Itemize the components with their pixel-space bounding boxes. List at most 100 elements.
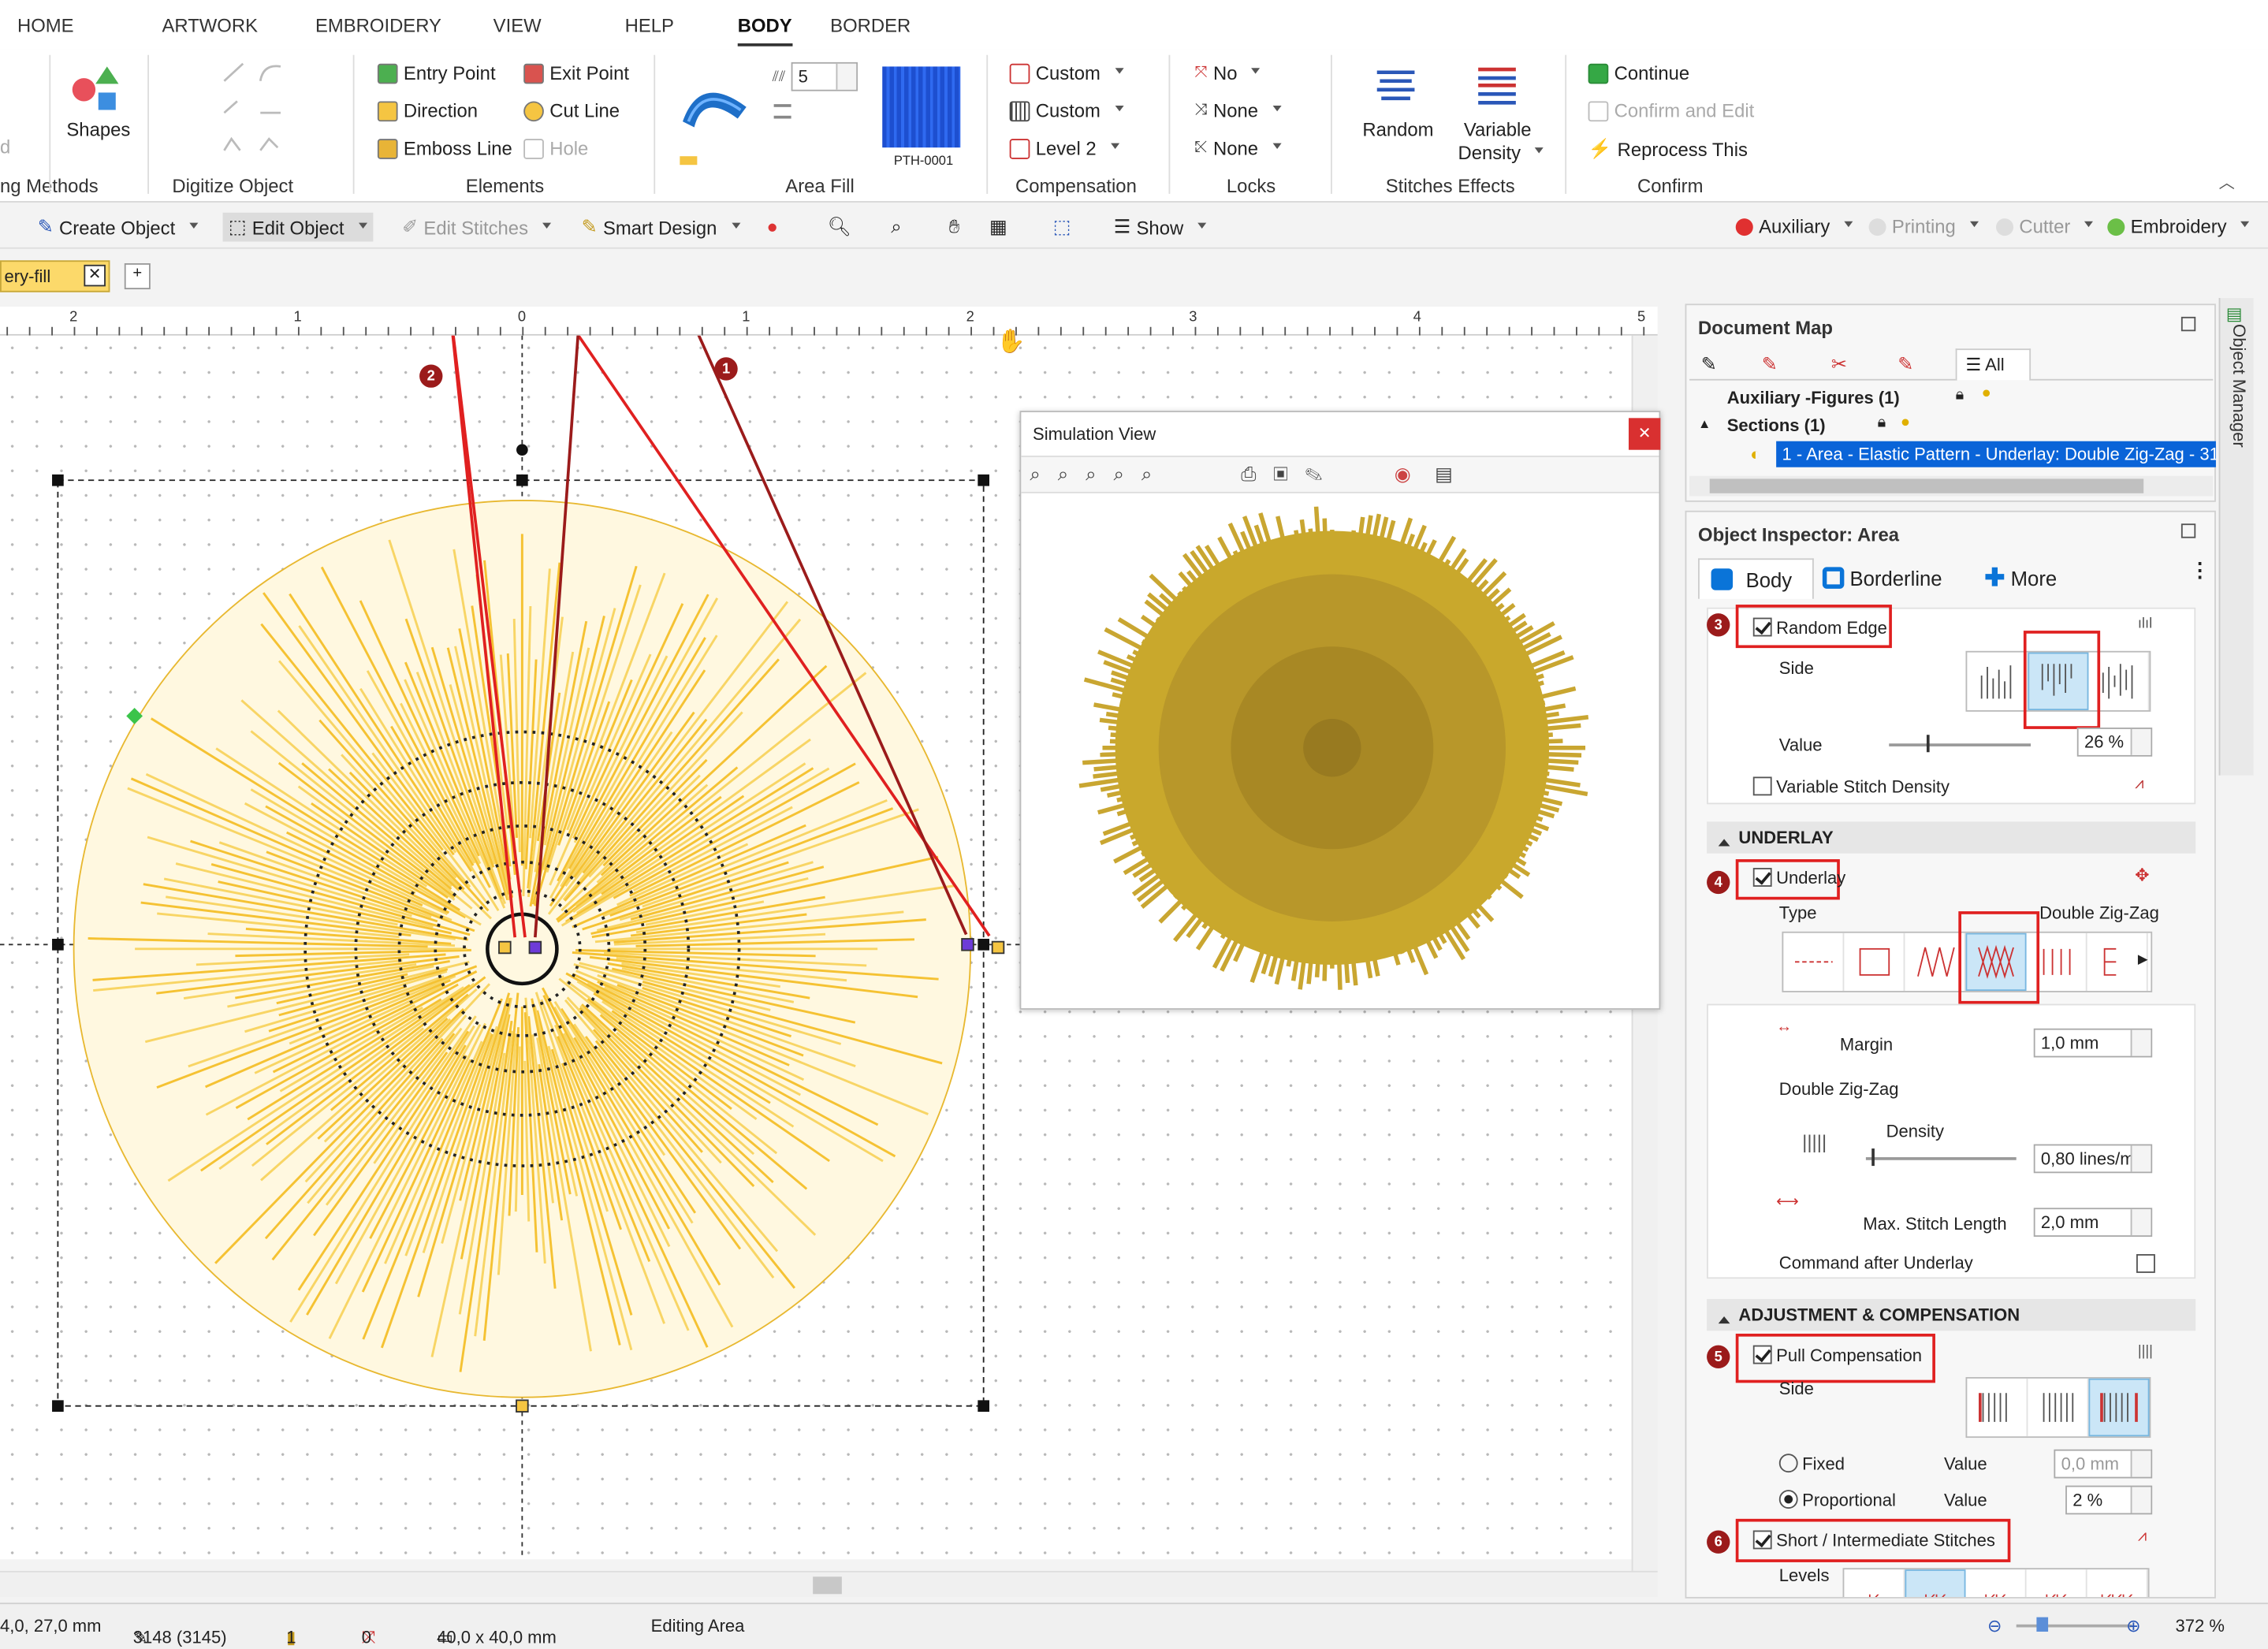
- checkbox[interactable]: [1752, 1530, 1772, 1550]
- zoom-tools-icons[interactable]: ⌕⌕⌕⌕⌕: [1030, 463, 1169, 486]
- tree-item-selected[interactable]: 1 - Area - Elastic Pattern - Underlay: D…: [1776, 441, 2216, 467]
- pull-side-selector[interactable]: [1965, 1377, 2151, 1439]
- margin-input[interactable]: 1,0 mm: [2033, 1028, 2153, 1058]
- hole-button[interactable]: Hole: [523, 137, 588, 159]
- zoom-out-icon[interactable]: ⊖: [1987, 1616, 2002, 1636]
- pen-filter-icon[interactable]: ✎: [1701, 353, 1717, 376]
- level-option-1[interactable]: ⩗: [1844, 1569, 1905, 1597]
- hand-pan-icon[interactable]: ✋︎: [949, 215, 960, 238]
- random-effect-button[interactable]: Random: [1362, 118, 1433, 140]
- entry-point-button[interactable]: Entry Point: [377, 62, 496, 84]
- auxiliary-toggle[interactable]: Auxiliary: [1735, 215, 1853, 237]
- level-option-2[interactable]: ⩗⩗: [1905, 1569, 1966, 1597]
- variable-density-checkbox[interactable]: Variable Stitch Density: [1752, 776, 1950, 797]
- area-fill-pattern-icon[interactable]: [674, 69, 755, 133]
- lines-icon[interactable]: [773, 104, 791, 119]
- select-icon[interactable]: ⬚: [1053, 215, 1071, 238]
- simulation-view-window[interactable]: Simulation View ✕ ⌕⌕⌕⌕⌕ ⎙▣✎ ◉ ▤: [1019, 411, 1661, 1010]
- bulb-icon[interactable]: ●: [1901, 414, 1910, 431]
- palette-icon[interactable]: ◉: [1395, 463, 1411, 486]
- pull-side-option-2[interactable]: [2028, 1378, 2089, 1437]
- random-effect-icon[interactable]: [1374, 64, 1417, 107]
- slider-handle[interactable]: [1926, 735, 1930, 753]
- direction-button[interactable]: Direction: [377, 100, 478, 121]
- variable-density-icon[interactable]: [1475, 64, 1518, 107]
- tab-help[interactable]: HELP: [625, 14, 674, 36]
- pull-side-option-1[interactable]: [1967, 1378, 2028, 1437]
- underlay-checkbox[interactable]: Underlay: [1752, 868, 1845, 888]
- proportional-value-input[interactable]: 2 %: [2065, 1485, 2153, 1515]
- proportional-radio[interactable]: Proportional: [1778, 1490, 1896, 1510]
- underlay-section-header[interactable]: UNDERLAY: [1707, 821, 2196, 854]
- checkbox[interactable]: [1752, 868, 1772, 887]
- adjustment-section-header[interactable]: ADJUSTMENT & COMPENSATION: [1707, 1298, 2196, 1331]
- type-option-contour[interactable]: [1844, 932, 1905, 992]
- short-stitches-checkbox[interactable]: Short / Intermediate Stitches: [1752, 1530, 1995, 1550]
- cut-line-button[interactable]: Cut Line: [523, 100, 620, 121]
- pattern-swatch[interactable]: [882, 66, 961, 148]
- settings-icon[interactable]: ▤: [1435, 463, 1453, 486]
- scroll-thumb[interactable]: [813, 1576, 842, 1595]
- filter-all-tab[interactable]: ☰ All: [1955, 348, 2032, 381]
- tab-artwork[interactable]: ARTWORK: [162, 14, 257, 36]
- max-stitch-length-input[interactable]: 2,0 mm: [2033, 1208, 2153, 1238]
- edit-stitches-button[interactable]: ✐ Edit Stitches: [402, 215, 551, 238]
- brush-filter-icon[interactable]: ✎: [1762, 353, 1778, 376]
- smart-design-button[interactable]: ✎ Smart Design: [582, 215, 740, 238]
- zoom-in-icon[interactable]: ⊕: [2126, 1616, 2140, 1636]
- confirm-edit-button[interactable]: Confirm and Edit: [1588, 100, 1754, 121]
- level-option-4[interactable]: ⩗⩗: [2027, 1569, 2087, 1597]
- tree-sections[interactable]: Sections (1): [1727, 415, 1826, 436]
- fixed-radio[interactable]: Fixed: [1778, 1454, 1845, 1474]
- zoom-icon[interactable]: 🔍︎: [828, 215, 851, 238]
- tab-body[interactable]: Body: [1698, 558, 1814, 599]
- expand-icon[interactable]: ▲: [1698, 417, 1711, 431]
- maximize-icon[interactable]: [2180, 316, 2196, 332]
- maximize-icon[interactable]: [2180, 523, 2196, 538]
- stitch-value-spinner[interactable]: ⫽⫽ 5: [773, 61, 858, 91]
- edit-object-button[interactable]: ⬚ Edit Object: [222, 212, 374, 242]
- zoom-slider-handle[interactable]: [2036, 1617, 2049, 1632]
- exit-point-button[interactable]: Exit Point: [523, 62, 629, 84]
- continue-button[interactable]: Continue: [1588, 62, 1689, 84]
- density-input[interactable]: 0,80 lines/m: [2033, 1144, 2153, 1174]
- type-option-run[interactable]: [1783, 932, 1845, 992]
- lock-3-dropdown[interactable]: ⤪ None: [1195, 137, 1282, 159]
- bulb-icon[interactable]: ●: [1982, 385, 1991, 402]
- command-after-underlay-checkbox[interactable]: [2136, 1254, 2155, 1273]
- tab-borderline[interactable]: Borderline: [1822, 567, 1942, 590]
- checkbox[interactable]: [1752, 617, 1772, 637]
- tab-body[interactable]: BODY: [737, 14, 792, 47]
- document-tab[interactable]: ery-fill ✕: [0, 260, 110, 292]
- density-slider[interactable]: [1865, 1148, 2017, 1167]
- random-edge-checkbox[interactable]: Random Edge: [1752, 617, 1887, 638]
- close-icon[interactable]: ✕: [84, 264, 106, 287]
- zoom-slider[interactable]: [2016, 1617, 2132, 1632]
- doc-map-scrollbar[interactable]: [1689, 475, 2214, 497]
- compensation-2-dropdown[interactable]: Custom: [1009, 100, 1124, 121]
- color-tool-icon[interactable]: ●: [766, 215, 777, 237]
- radio-selected[interactable]: [1778, 1490, 1798, 1509]
- checkbox[interactable]: [1752, 776, 1772, 796]
- tab-more[interactable]: ✚ More: [1984, 564, 2057, 594]
- more-options-icon[interactable]: ⋮: [2190, 558, 2210, 583]
- side-option-left[interactable]: [1967, 652, 2028, 711]
- create-object-button[interactable]: ✎ Create Object: [38, 215, 199, 238]
- shapes-icon[interactable]: [69, 61, 121, 116]
- value-slider[interactable]: [1889, 735, 2032, 753]
- playback-tools-icons[interactable]: ⎙▣✎: [1241, 463, 1339, 486]
- type-option-zigzag[interactable]: [1905, 932, 1966, 992]
- lock-1-dropdown[interactable]: ⤧ No: [1195, 62, 1261, 84]
- compensation-1-dropdown[interactable]: Custom: [1009, 62, 1124, 84]
- tree-auxiliary-figures[interactable]: Auxiliary -Figures (1): [1727, 388, 1900, 408]
- radio[interactable]: [1778, 1454, 1798, 1473]
- reprocess-button[interactable]: ⚡ Reprocess This: [1588, 137, 1748, 160]
- tab-embroidery[interactable]: EMBROIDERY: [315, 14, 441, 36]
- cutter-toggle[interactable]: Cutter: [1996, 215, 2094, 237]
- horizontal-scrollbar[interactable]: [0, 1570, 1658, 1597]
- value-input[interactable]: 26 %: [2076, 728, 2153, 757]
- stitch-value-input[interactable]: 5: [791, 61, 858, 91]
- new-document-icon[interactable]: +: [124, 262, 151, 290]
- shapes-button[interactable]: Shapes: [66, 118, 130, 140]
- lock-icon[interactable]: 🔒︎: [1956, 386, 1964, 405]
